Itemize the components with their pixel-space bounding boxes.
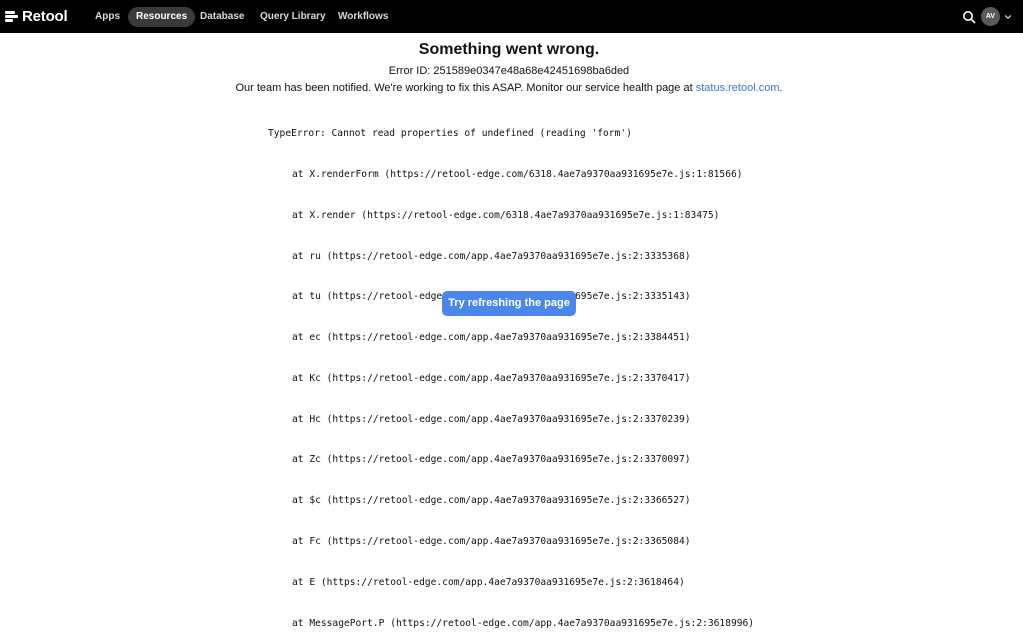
trace-frame: at X.render (https://retool-edge.com/631… <box>292 209 720 221</box>
trace-frame: at X.renderForm (https://retool-edge.com… <box>292 168 743 180</box>
trace-frame: at Fc (https://retool-edge.com/app.4ae7a… <box>292 536 691 547</box>
nav-query-library[interactable]: Query Library <box>252 7 334 27</box>
status-page-link[interactable]: status.retool.com <box>696 82 780 94</box>
trace-frame: at ec (https://retool-edge.com/app.4ae7a… <box>292 332 691 344</box>
search-icon[interactable] <box>962 10 976 24</box>
error-title: Something went wrong. <box>418 41 600 58</box>
trace-header: TypeError: Cannot read properties of und… <box>268 128 632 140</box>
trace-frame: at $c (https://retool-edge.com/app.4ae7a… <box>292 495 691 507</box>
nav-resources[interactable]: Resources <box>128 7 196 27</box>
error-notice: Our team has been notified. We're workin… <box>0 82 1018 94</box>
retool-logo[interactable]: Retool <box>5 7 68 26</box>
logo-text: Retool <box>22 8 68 25</box>
trace-frame: at MessagePort.P (https://retool-edge.co… <box>292 617 755 629</box>
nav-apps[interactable]: Apps <box>87 7 128 27</box>
nav-database[interactable]: Database <box>192 7 252 27</box>
trace-frame: at E (https://retool-edge.com/app.4ae7a9… <box>292 576 685 588</box>
nav-workflows[interactable]: Workflows <box>330 7 396 27</box>
trace-frame: at ru (https://retool-edge.com/app.4ae7a… <box>292 250 691 262</box>
trace-frame: at Kc (https://retool-edge.com/app.4ae7a… <box>292 372 691 384</box>
error-id: Error ID: 251589e0347e48a68e42451698ba6d… <box>388 65 630 77</box>
retool-logo-icon <box>5 10 18 23</box>
user-avatar[interactable]: AV <box>981 7 1000 26</box>
stack-trace: TypeError: Cannot read properties of und… <box>268 100 754 644</box>
notice-text: Our team has been notified. We're workin… <box>235 82 696 94</box>
refresh-page-button[interactable]: Try refreshing the page <box>442 291 576 316</box>
trace-frame: at Zc (https://retool-edge.com/app.4ae7a… <box>292 454 691 466</box>
top-navigation-bar: Retool Apps Resources Database Query Lib… <box>0 0 1023 33</box>
chevron-down-icon[interactable] <box>1004 13 1012 21</box>
notice-suffix: . <box>779 82 783 94</box>
trace-frame: at Hc (https://retool-edge.com/app.4ae7a… <box>292 413 691 425</box>
